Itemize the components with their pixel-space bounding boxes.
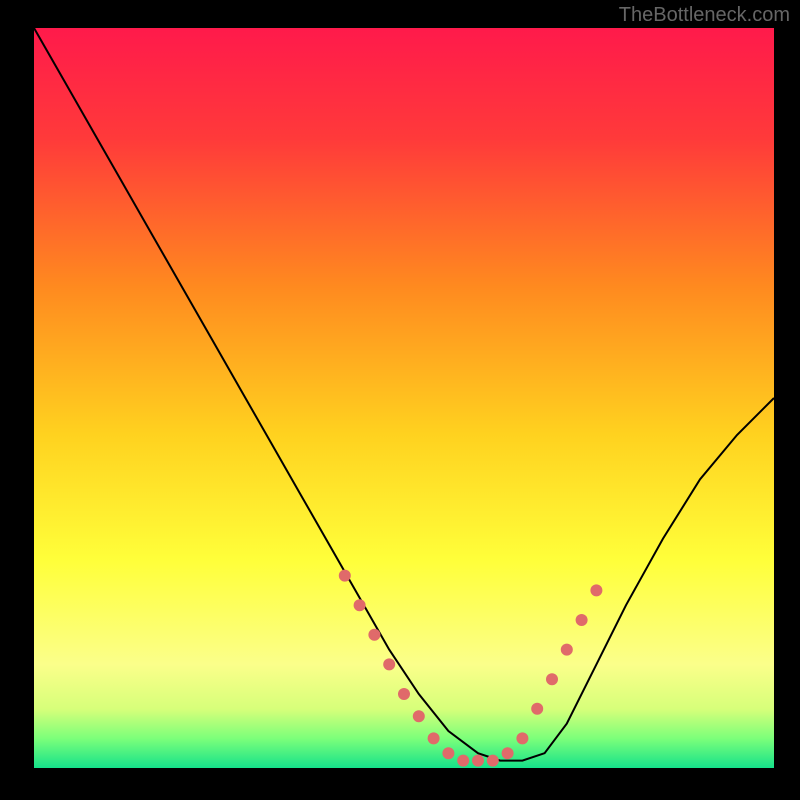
chart-stage: TheBottleneck.com [0, 0, 800, 800]
marker-dot [339, 570, 351, 582]
bottleneck-chart [0, 0, 800, 800]
marker-dot [531, 703, 543, 715]
marker-dot [516, 732, 528, 744]
marker-dot [457, 755, 469, 767]
marker-dot [472, 755, 484, 767]
marker-dot [561, 644, 573, 656]
marker-dot [398, 688, 410, 700]
marker-dot [383, 658, 395, 670]
marker-dot [428, 732, 440, 744]
marker-dot [442, 747, 454, 759]
marker-dot [576, 614, 588, 626]
marker-dot [502, 747, 514, 759]
marker-dot [546, 673, 558, 685]
marker-dot [487, 755, 499, 767]
marker-dot [354, 599, 366, 611]
plot-background [34, 28, 774, 768]
marker-dot [590, 584, 602, 596]
attribution-text: TheBottleneck.com [619, 4, 790, 27]
marker-dot [413, 710, 425, 722]
marker-dot [368, 629, 380, 641]
